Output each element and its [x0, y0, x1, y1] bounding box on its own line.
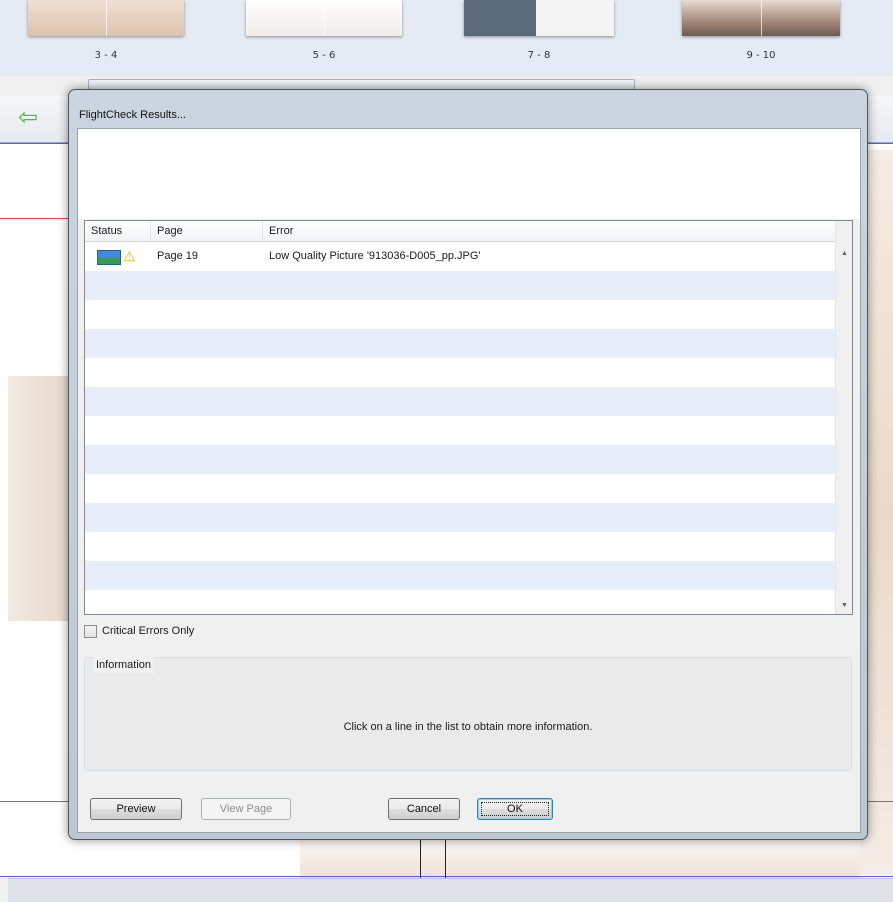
results-list[interactable]: Status Page Error ⚠ Page 19 Low Quality … [84, 220, 853, 615]
margin-guide [866, 801, 893, 802]
spine-line [445, 838, 446, 878]
empty-row [85, 532, 835, 561]
empty-row [85, 561, 835, 590]
information-text: Click on a line in the list to obtain mo… [343, 721, 593, 733]
view-page-button[interactable]: View Page [201, 798, 291, 820]
ok-button[interactable]: OK [477, 798, 553, 820]
focus-ring [481, 802, 549, 816]
information-group: Information Click on a line in the list … [84, 657, 852, 771]
flightcheck-dialog: FlightCheck Results... Status Page Error… [68, 89, 868, 840]
thumbnail-spread-7-8[interactable] [464, 0, 614, 36]
empty-row [85, 358, 835, 387]
warning-icon: ⚠ [123, 248, 136, 264]
arrow-left-icon[interactable]: ⇦ [13, 104, 43, 132]
column-header-error[interactable]: Error [263, 221, 835, 241]
thumbnail-label: 3 - 4 [94, 50, 118, 61]
status-bar [8, 878, 893, 902]
margin-guide [0, 801, 68, 802]
preview-button[interactable]: Preview [90, 798, 182, 820]
list-scrollbar[interactable]: ▲ ▼ [835, 221, 852, 614]
list-header: Status Page Error [85, 221, 835, 242]
page-thumbnail-strip: 3 - 4 5 - 6 7 - 8 9 - 10 [0, 0, 893, 76]
thumbnail-label: 5 - 6 [312, 50, 336, 61]
spine-line [420, 838, 421, 878]
margin-guide [0, 218, 68, 219]
dialog-titlebar[interactable]: FlightCheck Results... [69, 90, 867, 128]
empty-row [85, 329, 835, 358]
page-cell: Page 19 [157, 250, 198, 262]
scroll-down-icon[interactable]: ▼ [836, 597, 852, 614]
list-rows: ⚠ Page 19 Low Quality Picture '913036-D0… [85, 242, 835, 614]
empty-row [85, 445, 835, 474]
thumbnail-label: 9 - 10 [746, 50, 776, 61]
bleed-guide [0, 876, 893, 877]
information-legend: Information [93, 657, 155, 673]
dialog-title: FlightCheck Results... [79, 109, 186, 121]
empty-row [85, 474, 835, 503]
dialog-header-panel [78, 129, 860, 219]
picture-icon [97, 250, 121, 265]
critical-errors-only-label: Critical Errors Only [102, 625, 195, 637]
thumbnail-spread-9-10[interactable] [682, 0, 840, 36]
empty-row [85, 387, 835, 416]
column-header-page[interactable]: Page [151, 221, 263, 241]
table-row[interactable]: ⚠ Page 19 Low Quality Picture '913036-D0… [85, 242, 835, 271]
critical-errors-only-checkbox[interactable] [84, 624, 97, 638]
critical-errors-only-option[interactable]: Critical Errors Only [84, 623, 194, 639]
cancel-button[interactable]: Cancel [388, 798, 460, 820]
thumbnail-spread-5-6[interactable] [246, 0, 402, 36]
thumbnail-label: 7 - 8 [527, 50, 551, 61]
error-cell: Low Quality Picture '913036-D005_pp.JPG' [269, 250, 481, 262]
empty-row [85, 271, 835, 300]
empty-row [85, 300, 835, 329]
scroll-up-icon[interactable]: ▲ [836, 245, 852, 262]
thumbnail-spread-3-4[interactable] [28, 0, 184, 36]
empty-row [85, 503, 835, 532]
dialog-client-area: Status Page Error ⚠ Page 19 Low Quality … [77, 128, 861, 833]
status-cell: ⚠ [97, 242, 149, 271]
empty-row [85, 416, 835, 445]
column-header-status[interactable]: Status [85, 221, 151, 241]
background-photo [300, 838, 860, 878]
background-photo [8, 376, 72, 621]
empty-row [85, 590, 835, 614]
